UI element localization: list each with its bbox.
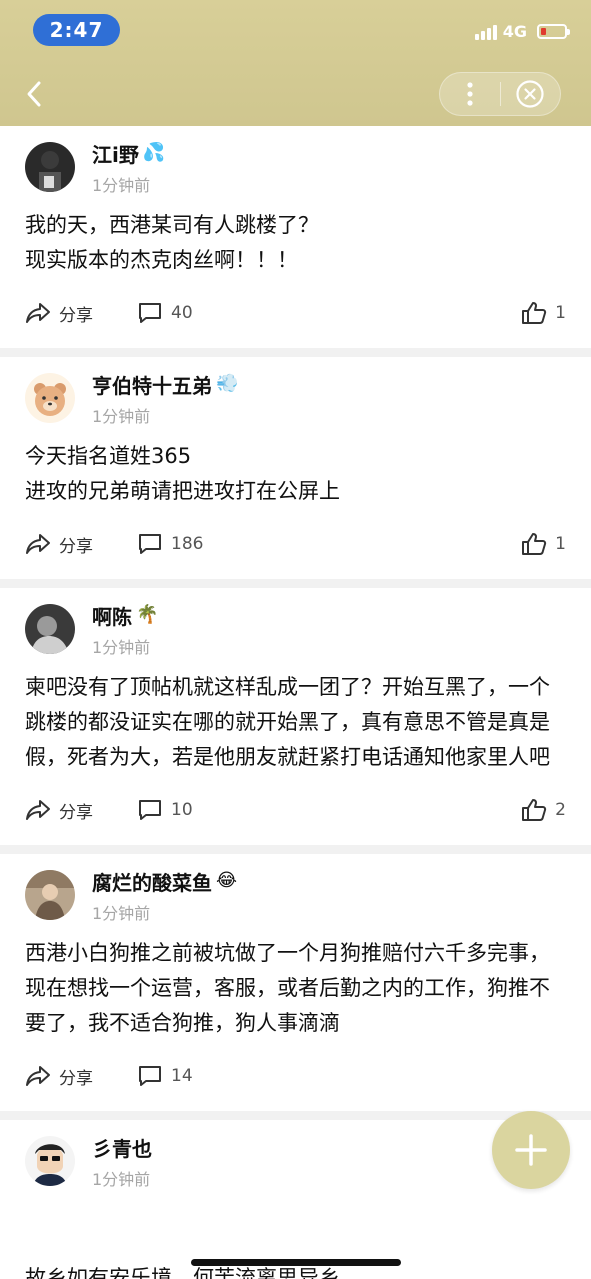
like-count: 1 — [555, 534, 566, 554]
divider — [0, 348, 591, 357]
battery-icon — [537, 24, 570, 39]
comment-button[interactable]: 186 — [137, 532, 203, 556]
plus-icon — [515, 1134, 547, 1166]
post-actions: 分享 186 1 — [25, 509, 566, 579]
user-name[interactable]: 江i野 — [92, 139, 139, 168]
post-actions: 分享 14 — [25, 1041, 566, 1111]
post-header: 亨伯特十五弟 💨 1分钟前 — [25, 370, 566, 426]
user-name[interactable]: 彡青也 — [92, 1133, 152, 1162]
like-count: 1 — [555, 303, 566, 323]
post-time: 1分钟前 — [92, 175, 151, 195]
avatar[interactable] — [25, 373, 75, 423]
divider — [0, 845, 591, 854]
user-badge-emoji: 💦 — [142, 142, 166, 163]
header: 2:47 4G — [0, 0, 591, 126]
mini-program-capsule — [439, 72, 561, 116]
status-indicators: 4G — [474, 22, 570, 41]
network-type: 4G — [502, 22, 527, 41]
comment-count: 10 — [171, 800, 193, 820]
new-post-button[interactable] — [492, 1111, 570, 1189]
home-indicator[interactable] — [191, 1259, 401, 1266]
comment-icon — [139, 800, 161, 820]
post-item: 江i野 💦 1分钟前 我的天，西港某司有人跳楼了？ 现实版本的杰克肉丝啊！！！ … — [0, 126, 591, 348]
share-button[interactable]: 分享 — [25, 798, 93, 823]
post-time: 1分钟前 — [92, 406, 151, 426]
user-name[interactable]: 啊陈 — [92, 601, 132, 630]
signal-icon — [474, 24, 497, 40]
post-content[interactable]: 西港小白狗推之前被坑做了一个月狗推赔付六千多完事，现在想找一个运营，客服，或者后… — [25, 936, 566, 1041]
post-actions: 分享 10 2 — [25, 775, 566, 845]
share-button[interactable]: 分享 — [25, 1064, 93, 1089]
post-header: 啊陈 🌴 1分钟前 — [25, 601, 566, 657]
avatar[interactable] — [25, 142, 75, 192]
post-content[interactable]: 今天指名道姓365 进攻的兄弟萌请把进攻打在公屏上 — [25, 439, 566, 509]
like-button[interactable]: 1 — [521, 532, 566, 556]
share-icon — [26, 1066, 50, 1086]
share-icon — [26, 800, 50, 820]
share-label: 分享 — [59, 1068, 93, 1089]
post-item: 啊陈 🌴 1分钟前 柬吧没有了顶帖机就这样乱成一团了？开始互黑了，一个跳楼的都没… — [0, 588, 591, 845]
share-label: 分享 — [59, 536, 93, 557]
thumbs-up-icon — [522, 799, 547, 821]
like-button[interactable]: 2 — [521, 798, 566, 822]
share-label: 分享 — [59, 802, 93, 823]
post-time: 1分钟前 — [92, 637, 151, 657]
post-actions: 分享 40 1 — [25, 278, 566, 348]
post-content[interactable]: 柬吧没有了顶帖机就这样乱成一团了？开始互黑了，一个跳楼的都没证实在哪的就开始黑了… — [25, 670, 566, 775]
post-header: 彡青也 1分钟前 — [25, 1133, 566, 1189]
share-icon — [26, 534, 50, 554]
more-vertical-icon — [467, 82, 473, 106]
post-header: 江i野 💦 1分钟前 — [25, 139, 566, 195]
comment-button[interactable]: 14 — [137, 1064, 193, 1088]
user-badge-emoji: 💨 — [216, 373, 239, 394]
like-button[interactable]: 1 — [521, 301, 566, 325]
status-time[interactable]: 2:47 — [33, 14, 120, 46]
thumbs-up-icon — [522, 533, 547, 555]
post-time: 1分钟前 — [92, 1169, 151, 1189]
avatar[interactable] — [25, 604, 75, 654]
comment-count: 186 — [171, 534, 204, 554]
user-badge-emoji: 🌴 — [136, 604, 159, 625]
divider — [0, 1111, 591, 1120]
avatar[interactable] — [25, 870, 75, 920]
user-name[interactable]: 亨伯特十五弟 — [92, 370, 212, 399]
share-label: 分享 — [59, 305, 93, 326]
like-count: 2 — [555, 800, 566, 820]
share-icon — [26, 303, 50, 323]
user-badge-emoji: 😂 — [216, 870, 238, 891]
comment-button[interactable]: 40 — [137, 301, 193, 325]
avatar[interactable] — [25, 1136, 75, 1186]
comment-icon — [139, 1066, 161, 1086]
chevron-left-icon — [27, 81, 41, 107]
post-content[interactable]: 我的天，西港某司有人跳楼了？ 现实版本的杰克肉丝啊！！！ — [25, 208, 566, 278]
post-time: 1分钟前 — [92, 903, 151, 923]
comment-feed: 江i野 💦 1分钟前 我的天，西港某司有人跳楼了？ 现实版本的杰克肉丝啊！！！ … — [0, 126, 591, 1189]
share-button[interactable]: 分享 — [25, 301, 93, 326]
divider — [0, 579, 591, 588]
share-button[interactable]: 分享 — [25, 532, 93, 557]
comment-button[interactable]: 10 — [137, 798, 193, 822]
screen: 2:47 4G 江i野 💦 1分钟前 我的天，西港某司有人跳楼了？ 现实版本的杰… — [0, 0, 591, 1279]
more-button[interactable] — [440, 72, 500, 116]
comment-icon — [139, 303, 161, 323]
post-item: 亨伯特十五弟 💨 1分钟前 今天指名道姓365 进攻的兄弟萌请把进攻打在公屏上 … — [0, 357, 591, 579]
post-header: 腐烂的酸菜鱼 😂 1分钟前 — [25, 867, 566, 923]
comment-count: 14 — [171, 1066, 193, 1086]
back-button[interactable] — [18, 76, 50, 112]
close-circle-icon — [516, 80, 544, 108]
thumbs-up-icon — [522, 302, 547, 324]
post-item: 腐烂的酸菜鱼 😂 1分钟前 西港小白狗推之前被坑做了一个月狗推赔付六千多完事，现… — [0, 854, 591, 1111]
comment-count: 40 — [171, 303, 193, 323]
user-name[interactable]: 腐烂的酸菜鱼 — [92, 867, 212, 896]
comment-icon — [139, 534, 161, 554]
close-button[interactable] — [500, 72, 560, 116]
